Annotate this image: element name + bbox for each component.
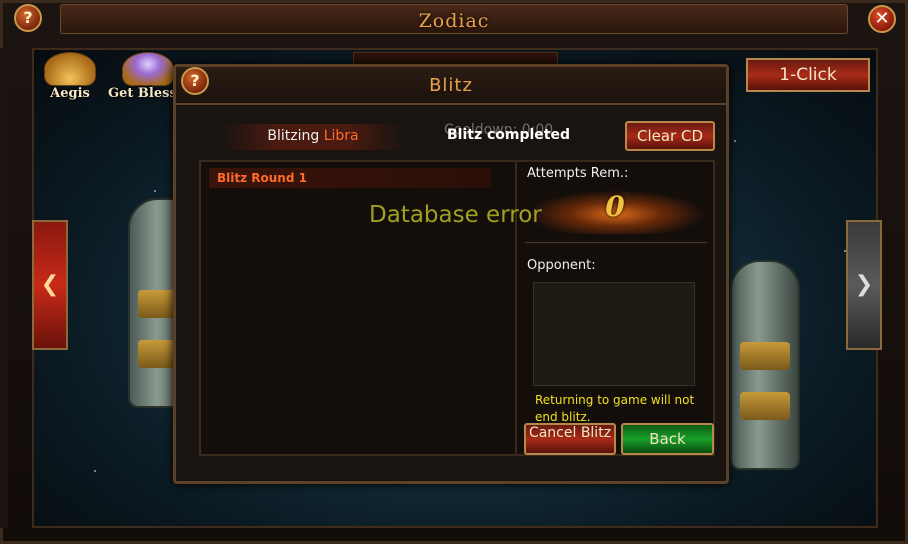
temple-right[interactable] [730, 260, 800, 470]
blitz-title-bar: Blitz [176, 67, 726, 105]
blitzing-sign: Libra [323, 128, 359, 144]
close-icon[interactable]: ✕ [868, 5, 896, 33]
aegis-wings-icon [44, 52, 96, 86]
blitzing-prefix: Blitzing [267, 128, 324, 144]
back-button[interactable]: Back [621, 423, 714, 455]
blitz-title: Blitz [429, 75, 473, 96]
aegis-button[interactable]: Aegis [38, 52, 102, 104]
next-sign-arrow-icon[interactable]: ❯ [846, 220, 882, 350]
game-stage: Zodiac ? ✕ ❮ ❯ Aegis Get Blessi 1-Click … [0, 0, 908, 544]
blitz-help-icon[interactable]: ? [181, 67, 209, 95]
zodiac-title: Zodiac [418, 10, 490, 32]
opponent-portrait-box [533, 282, 695, 386]
zodiac-title-bar: Zodiac [60, 4, 848, 34]
round-label: Blitz Round 1 [217, 171, 307, 185]
blessing-crystal-icon [122, 52, 174, 86]
zodiac-help-icon[interactable]: ? [14, 4, 42, 32]
return-notice: Returning to game will not end blitz. [535, 393, 695, 424]
blitz-info-panel: Attempts Rem.: 0 Opponent: Returning to … [517, 160, 715, 456]
database-error-text: Database error [369, 202, 542, 228]
blitz-status: Blitz completed [447, 127, 571, 143]
opponent-label: Opponent: [527, 258, 596, 273]
clear-cd-button[interactable]: Clear CD [625, 121, 715, 151]
list-item: Blitz Round 1 [209, 168, 491, 188]
blitzing-banner: Blitzing Libra [223, 124, 403, 150]
cancel-blitz-button[interactable]: Cancel Blitz [524, 423, 616, 455]
attempts-label: Attempts Rem.: [527, 166, 629, 181]
aegis-label: Aegis [50, 86, 90, 101]
attempts-value: 0 [605, 190, 625, 223]
one-click-button[interactable]: 1-Click [746, 58, 870, 92]
divider [525, 242, 707, 243]
left-edge-strip [0, 48, 8, 528]
prev-sign-arrow-icon[interactable]: ❮ [32, 220, 68, 350]
